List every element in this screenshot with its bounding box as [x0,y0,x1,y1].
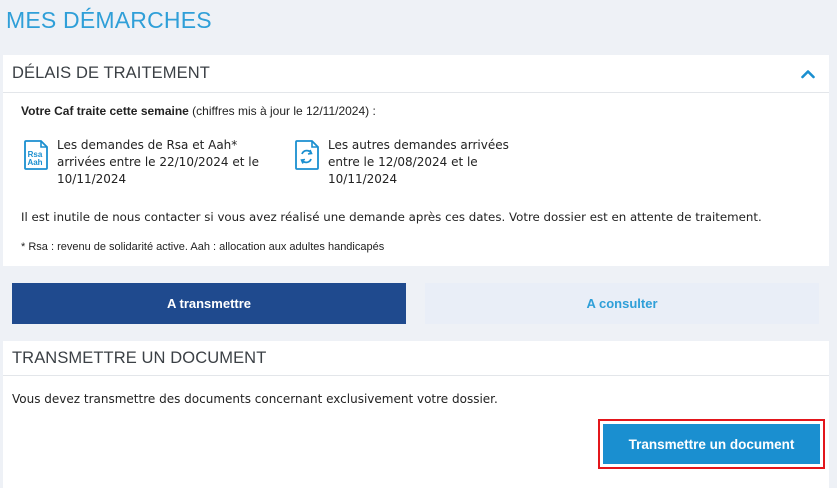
delais-title: DÉLAIS DE TRAITEMENT [12,64,210,82]
delais-intro: Votre Caf traite cette semaine (chiffres… [21,104,376,118]
refresh-document-icon [294,140,320,170]
transmettre-panel: TRANSMETTRE UN DOCUMENT Vous devez trans… [3,341,829,488]
chevron-up-icon[interactable] [797,63,819,85]
intro-bold: Votre Caf traite cette semaine [21,104,189,118]
tab-a-consulter[interactable]: A consulter [425,283,819,324]
delais-item-rsa-aah: Rsa Aah Les demandes de Rsa et Aah* arri… [23,137,277,188]
transmettre-button-highlight: Transmettre un document [598,419,825,469]
transmettre-description: Vous devez transmettre des documents con… [12,392,498,406]
delais-item-autres: Les autres demandes arrivées entre le 12… [294,137,528,188]
tab-a-transmettre[interactable]: A transmettre [12,283,406,324]
intro-rest: (chiffres mis à jour le 12/11/2024) : [188,104,376,118]
delais-notice: Il est inutile de nous contacter si vous… [21,210,762,224]
delais-traitement-panel: DÉLAIS DE TRAITEMENT Votre Caf traite ce… [3,55,829,266]
delais-header[interactable]: DÉLAIS DE TRAITEMENT [3,55,829,93]
rsa-aah-document-icon: Rsa Aah [23,140,49,170]
transmettre-header: TRANSMETTRE UN DOCUMENT [3,341,829,376]
transmettre-document-button[interactable]: Transmettre un document [603,424,820,464]
delais-item-text: Les autres demandes arrivées entre le 12… [328,138,509,186]
page-title: MES DÉMARCHES [6,7,212,33]
delais-item-text: Les demandes de Rsa et Aah* arrivées ent… [57,138,259,186]
transmettre-title: TRANSMETTRE UN DOCUMENT [12,348,267,367]
svg-text:Aah: Aah [27,158,42,167]
delais-footnote: * Rsa : revenu de solidarité active. Aah… [21,241,385,253]
